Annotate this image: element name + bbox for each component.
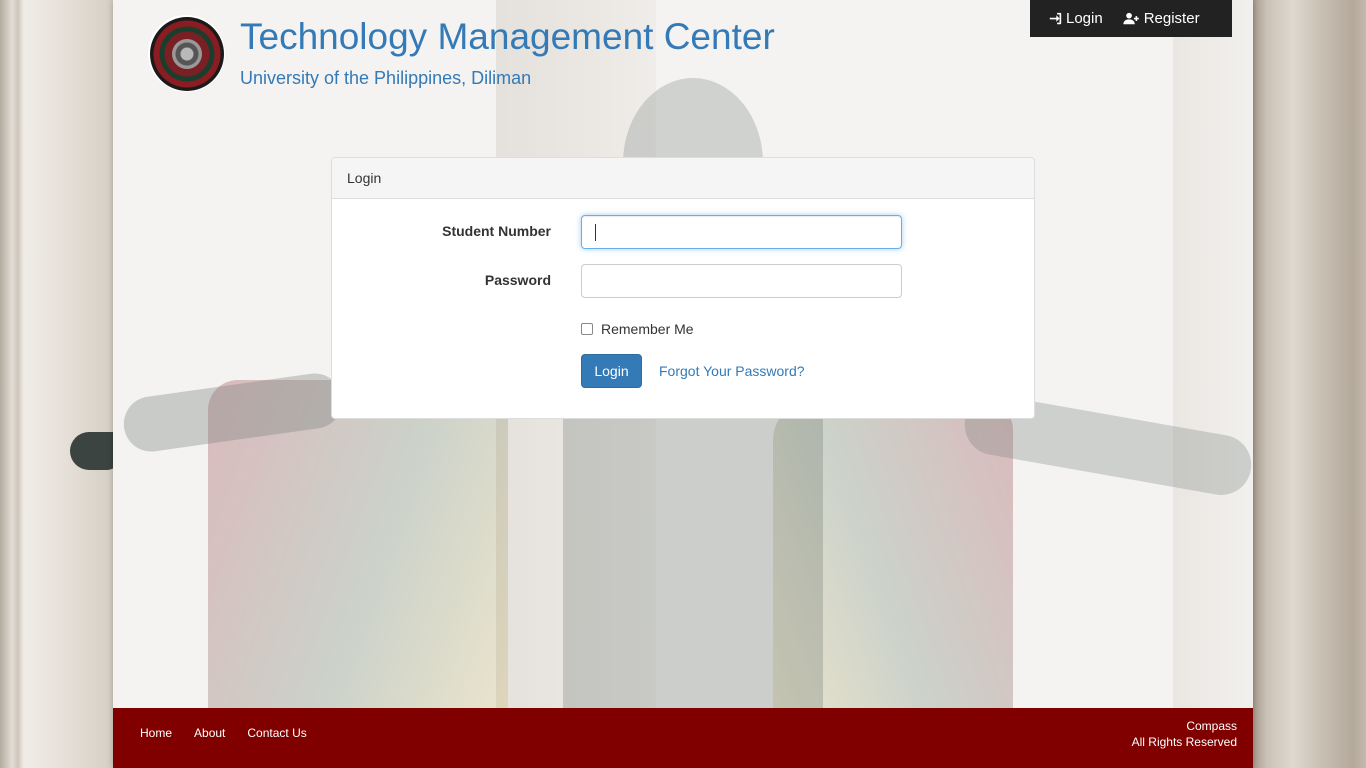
seal-ring — [149, 16, 224, 91]
password-input[interactable] — [581, 264, 902, 298]
top-nav: Login Register — [1030, 0, 1232, 37]
university-seal-icon[interactable] — [148, 15, 225, 92]
footer-link-contact[interactable]: Contact Us — [247, 726, 306, 740]
login-submit-button[interactable]: Login — [581, 354, 642, 388]
page-container: Technology Management Center University … — [113, 0, 1253, 768]
login-panel: Login Student Number Password Remember M… — [331, 157, 1035, 419]
remember-me-row: Remember Me — [581, 321, 694, 337]
footer-link-home[interactable]: Home — [140, 726, 172, 740]
user-plus-icon — [1123, 12, 1140, 25]
nav-register-label: Register — [1143, 10, 1200, 27]
footer: Home About Contact Us Compass All Rights… — [113, 708, 1253, 768]
text-caret — [595, 224, 596, 241]
footer-rights: All Rights Reserved — [1131, 735, 1237, 749]
seal-core — [171, 38, 202, 69]
footer-credits: Compass All Rights Reserved — [1132, 718, 1237, 750]
remember-me-checkbox[interactable] — [581, 323, 593, 335]
nav-login-label: Login — [1066, 10, 1103, 27]
sign-in-icon — [1049, 12, 1062, 25]
remember-me-label[interactable]: Remember Me — [601, 321, 694, 337]
password-label: Password — [484, 272, 551, 288]
footer-link-about[interactable]: About — [194, 726, 225, 740]
site-title: Technology Management Center — [240, 16, 775, 57]
forgot-password-link[interactable]: Forgot Your Password? — [659, 363, 805, 379]
nav-register-link[interactable]: Register — [1103, 0, 1200, 37]
nav-login-link[interactable]: Login — [1030, 0, 1103, 37]
student-number-input[interactable] — [581, 215, 902, 249]
site-subtitle: University of the Philippines, Diliman — [240, 68, 532, 88]
background-pillar-left — [0, 0, 113, 768]
background-pillar-right — [1253, 0, 1366, 768]
footer-links: Home About Contact Us — [140, 726, 307, 740]
login-panel-heading: Login — [332, 158, 1034, 199]
statue-pillar-right — [1173, 0, 1253, 708]
footer-brand: Compass — [1186, 719, 1237, 733]
student-number-label: Student Number — [442, 223, 551, 239]
